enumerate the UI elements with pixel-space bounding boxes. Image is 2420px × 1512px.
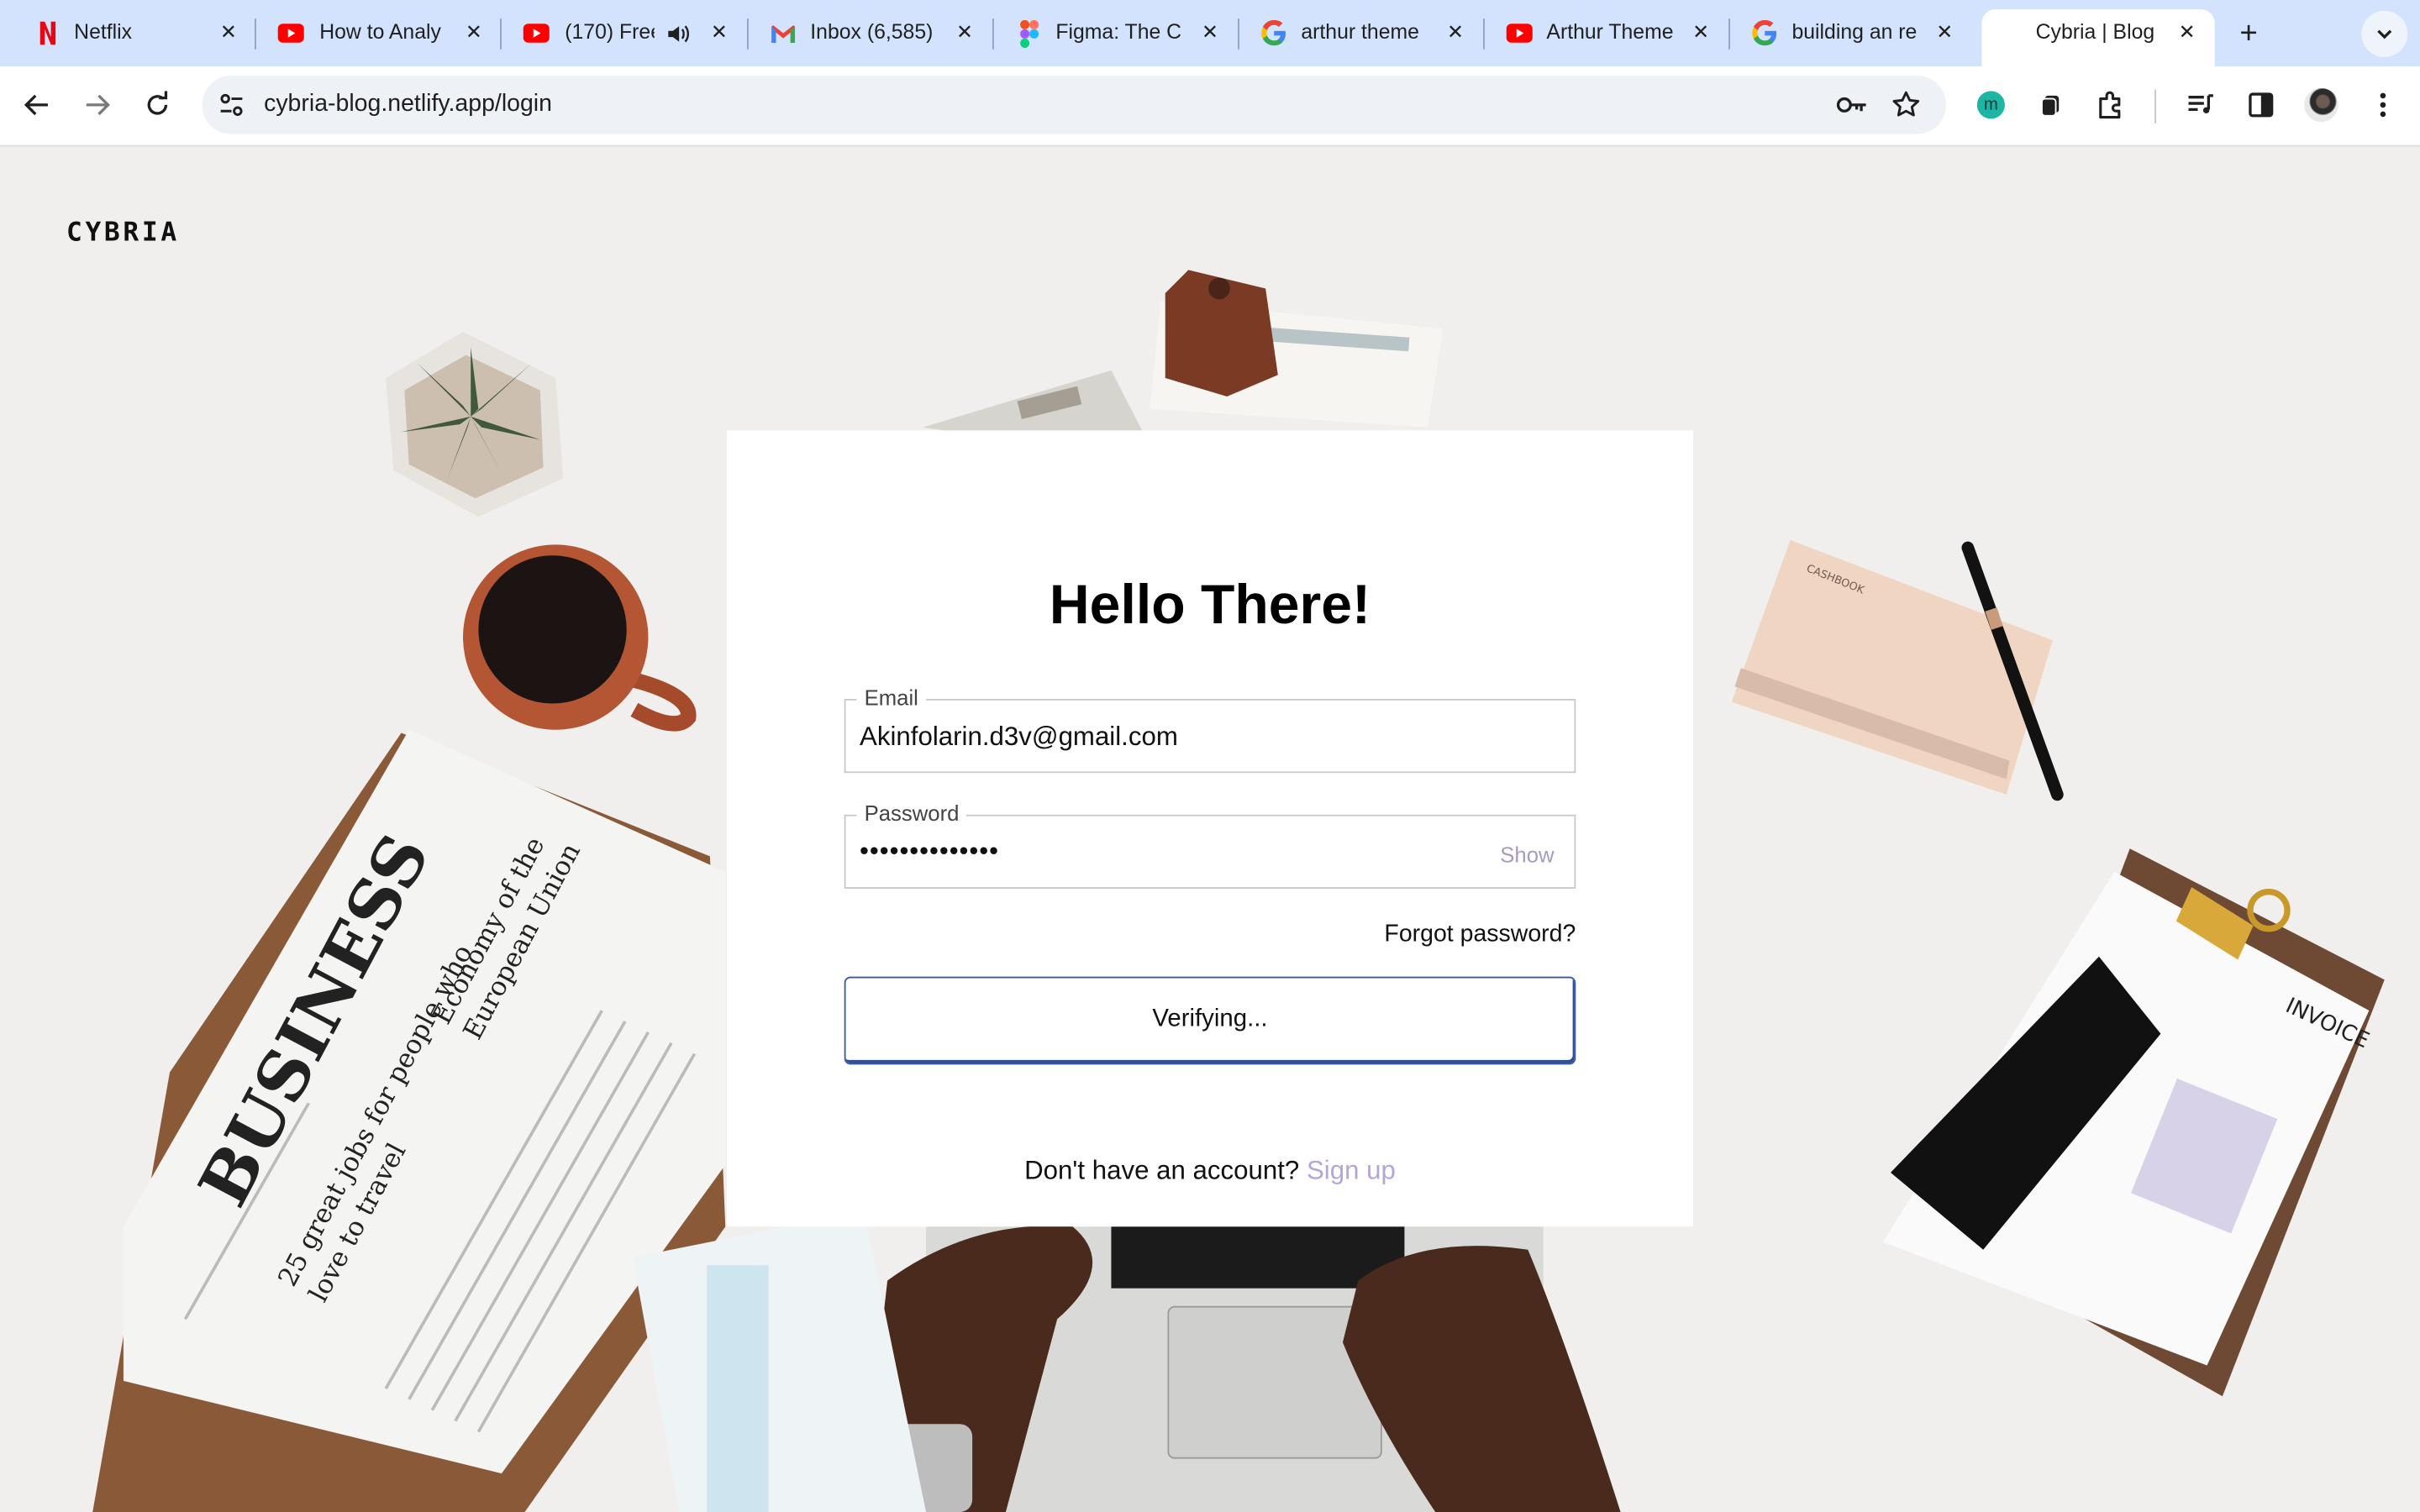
arrow-left-icon [24, 94, 48, 116]
close-icon[interactable]: ✕ [1686, 17, 1717, 48]
newspaper-image: BUSINESS 25 great jobs for people who lo… [92, 729, 726, 1512]
gmail-icon [771, 20, 797, 46]
tab-label: Cybria | Blog [2035, 19, 2155, 44]
show-password-button[interactable]: Show [1500, 843, 1554, 867]
youtube-icon [1506, 20, 1533, 46]
forward-button[interactable] [76, 83, 118, 126]
avatar [2304, 87, 2338, 123]
arrow-right-icon [86, 94, 110, 116]
netflix-icon [34, 20, 60, 46]
tab-search-button[interactable] [2361, 10, 2408, 57]
toolbar-divider [2154, 89, 2156, 123]
close-icon[interactable]: ✕ [950, 17, 981, 48]
tab-netflix[interactable]: Netflix ✕ [0, 0, 256, 66]
browser-toolbar: cybria-blog.netlify.app/login m [0, 66, 2420, 147]
extension-m-button[interactable]: m [1970, 83, 2012, 126]
email-field[interactable]: Email Akinfolarin.d3v@gmail.com [844, 685, 1576, 774]
tab-arthur-theme-video[interactable]: Arthur Theme ✕ [1485, 0, 1730, 66]
tab-how-to-analyze[interactable]: How to Analy ✕ [256, 0, 502, 66]
notepad-image [1150, 270, 1444, 428]
extension-copy-button[interactable] [2029, 83, 2072, 126]
reload-icon [147, 91, 168, 115]
coffee-mug-image [463, 544, 697, 732]
password-label: Password [856, 801, 967, 826]
email-value[interactable]: Akinfolarin.d3v@gmail.com [860, 722, 1178, 753]
tab-figma[interactable]: Figma: The C ✕ [994, 0, 1239, 66]
page-title: Hello There! [1049, 572, 1371, 636]
calculator-image [923, 370, 1143, 431]
signup-prompt-text: Don't have an account? [1024, 1155, 1300, 1185]
forgot-password-link[interactable]: Forgot password? [1384, 921, 1576, 949]
tab-strip: Netflix ✕ How to Analy ✕ (170) Free ✕ In… [0, 0, 2420, 66]
login-card: Hello There! Email Akinfolarin.d3v@gmail… [727, 430, 1693, 1227]
tab-label: Netflix [74, 19, 133, 44]
cashbook-image: CASHBOOK [1731, 539, 2053, 795]
tab-label: building an re [1791, 19, 1918, 44]
media-control-button[interactable] [2179, 83, 2222, 126]
laptop-image [825, 1226, 1621, 1512]
reload-button[interactable] [136, 83, 179, 126]
password-value[interactable]: •••••••••••••• [860, 837, 999, 868]
close-icon[interactable]: ✕ [213, 17, 244, 48]
side-panel-button[interactable] [2239, 83, 2282, 126]
tab-label: arthur theme [1301, 19, 1419, 44]
clipboard-image: INVOICE [1882, 848, 2385, 1397]
profile-m-icon: m [1976, 91, 2005, 119]
tab-label: Arthur Theme [1546, 19, 1674, 44]
login-submit-button[interactable]: Verifying... [844, 976, 1576, 1065]
site-settings-icon[interactable] [218, 91, 245, 118]
tab-cybria-blog[interactable]: Cybria | Blog ✕ [1981, 9, 2215, 66]
plant-image [386, 331, 564, 517]
tab-label: How to Analy [319, 19, 441, 44]
chevron-down-icon [2377, 29, 2392, 39]
close-icon[interactable]: ✕ [2171, 17, 2202, 48]
email-label: Email [856, 685, 927, 710]
close-icon[interactable]: ✕ [459, 17, 490, 48]
profile-button[interactable] [2300, 83, 2343, 126]
tab-arthur-theme-search[interactable]: arthur theme ✕ [1239, 0, 1485, 66]
youtube-icon [277, 20, 304, 46]
spreadsheet-image [633, 1210, 927, 1512]
new-tab-button[interactable]: + [2228, 14, 2269, 55]
password-field[interactable]: Password •••••••••••••• Show [844, 801, 1576, 889]
close-icon[interactable]: ✕ [1195, 17, 1226, 48]
signup-prompt: Don't have an account? Sign up [727, 1156, 1693, 1187]
key-icon[interactable] [1835, 91, 1869, 118]
puzzle-icon [2099, 91, 2121, 119]
browser-menu-button[interactable] [2361, 83, 2404, 126]
copy-icon [2041, 95, 2060, 117]
tab-inbox[interactable]: Inbox (6,585) ✕ [749, 0, 994, 66]
close-icon[interactable]: ✕ [704, 17, 735, 48]
login-page: CASHBOOK INVOICE BUSINESS 25 great jobs … [0, 146, 2420, 1512]
tab-free-audio[interactable]: (170) Free ✕ [502, 0, 749, 66]
sign-up-link[interactable]: Sign up [1307, 1156, 1396, 1185]
tab-label: Inbox (6,585) [810, 19, 934, 44]
youtube-icon [523, 20, 550, 46]
star-icon[interactable] [1891, 90, 1922, 121]
figma-icon [1016, 18, 1042, 48]
tab-building-search[interactable]: building an re ✕ [1730, 0, 1975, 66]
side-panel-icon [2249, 92, 2274, 118]
tab-label: (170) Free [565, 19, 655, 44]
more-vert-icon [2380, 92, 2386, 118]
address-bar[interactable]: cybria-blog.netlify.app/login [202, 76, 1947, 134]
google-icon [1261, 19, 1287, 46]
close-icon[interactable]: ✕ [1440, 17, 1471, 48]
cybria-logo[interactable]: CYBRIA [66, 218, 180, 249]
back-button[interactable] [15, 83, 58, 126]
url-text[interactable]: cybria-blog.netlify.app/login [264, 91, 552, 118]
speaker-icon[interactable] [666, 22, 690, 46]
queue-music-icon [2188, 94, 2213, 114]
tab-label: Figma: The C [1055, 19, 1182, 44]
close-icon[interactable]: ✕ [1929, 17, 1960, 48]
extensions-button[interactable] [2090, 83, 2133, 126]
google-icon [1752, 19, 1778, 46]
